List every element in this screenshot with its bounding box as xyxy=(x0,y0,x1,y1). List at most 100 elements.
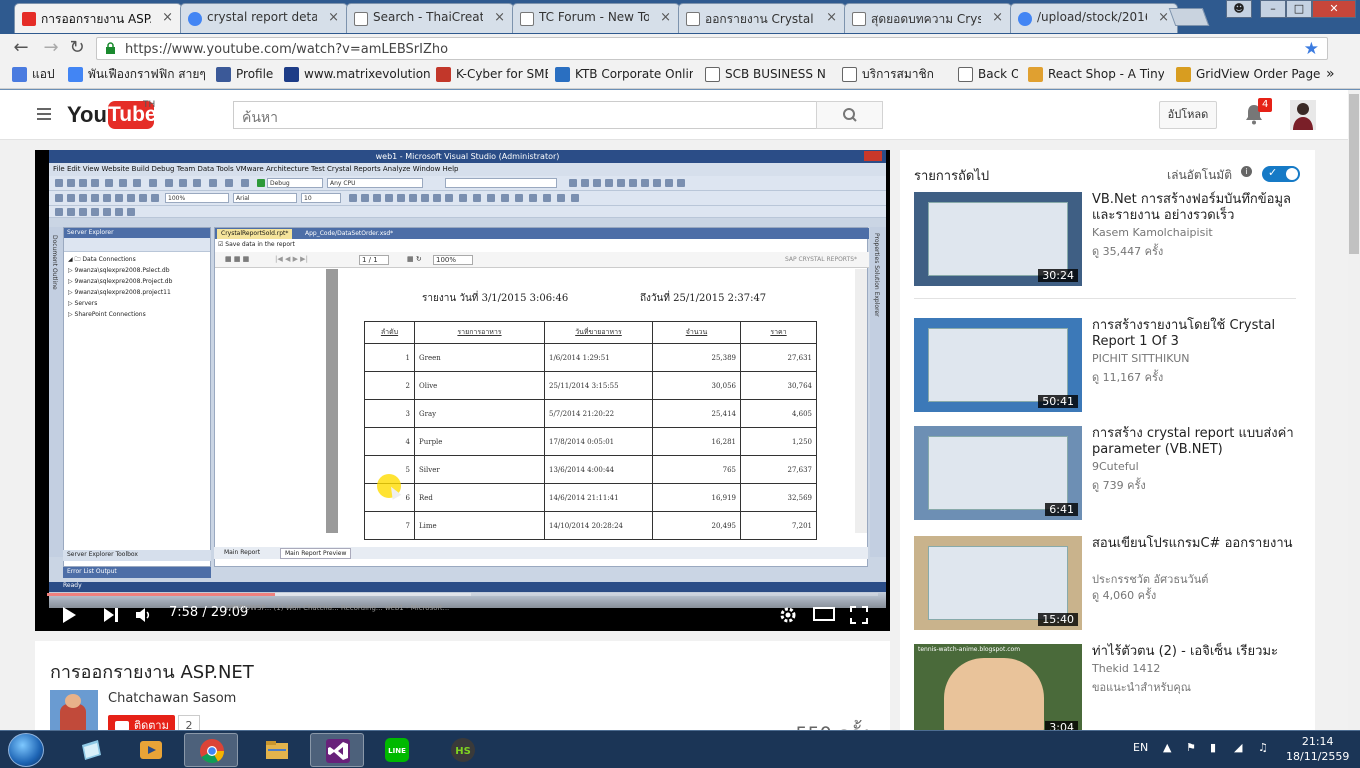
address-bar[interactable]: https://www.youtube.com/watch?v=amLEBSrI… xyxy=(96,37,1328,60)
bookmark-item[interactable]: Profile xyxy=(216,67,278,85)
browser-tab[interactable]: ออกรายงาน Crystal R × xyxy=(678,3,846,33)
video-thumbnail[interactable]: 15:40 xyxy=(914,536,1082,630)
report-cell: 14/10/2014 20:28:24 xyxy=(544,511,653,540)
tree-node: ▷ SharePoint Connections xyxy=(68,311,146,318)
flag-icon[interactable]: ⚑ xyxy=(1186,741,1196,754)
new-tab-button[interactable] xyxy=(1168,8,1210,26)
close-tab-icon[interactable]: × xyxy=(1158,10,1169,25)
close-tab-icon[interactable]: × xyxy=(494,10,505,25)
server-explorer-panel: Server Explorer ◢ 🗀 Data Connections ▷ 9… xyxy=(63,227,211,567)
menu-icon[interactable] xyxy=(37,108,51,120)
theater-mode-icon[interactable] xyxy=(813,606,835,622)
search-input[interactable]: ค้นหา xyxy=(233,101,817,129)
start-button[interactable] xyxy=(8,733,44,767)
doc-tab-dataset: App_Code/DataSetOrder.xsd* xyxy=(305,230,394,237)
language-indicator[interactable]: EN xyxy=(1133,741,1148,754)
bookmark-item[interactable]: www.matrixevolutions xyxy=(284,67,430,85)
back-button[interactable]: ← xyxy=(10,38,32,60)
close-tab-icon[interactable]: × xyxy=(328,10,339,25)
taskbar-media[interactable] xyxy=(124,733,178,767)
recommended-title[interactable]: สอนเขียนโปรแกรมC# ออกรายงาน xyxy=(1092,536,1312,552)
bookmark-star-icon[interactable]: ★ xyxy=(1304,39,1319,59)
forward-button[interactable]: → xyxy=(40,38,62,60)
media-player-icon xyxy=(140,741,162,759)
bookmark-item[interactable]: แอป xyxy=(12,67,54,85)
play-icon[interactable] xyxy=(61,606,77,624)
taskbar-notes[interactable] xyxy=(64,733,118,767)
taskbar-hs[interactable]: HS xyxy=(436,733,490,767)
taskbar-explorer[interactable] xyxy=(250,733,304,767)
subscribe-button[interactable]: ติดตาม xyxy=(108,715,175,730)
recommended-title[interactable]: VB.Net การสร้างฟอร์มบันทึกข้อมูล และรายง… xyxy=(1092,192,1312,224)
close-tab-icon[interactable]: × xyxy=(826,10,837,25)
close-window-button[interactable]: ✕ xyxy=(1312,0,1356,18)
clock[interactable]: 21:14 18/11/2559 xyxy=(1286,734,1349,764)
bookmark-item[interactable]: SCB BUSINESS NET xyxy=(705,67,825,85)
video-thumbnail[interactable]: 50:41 xyxy=(914,318,1082,412)
more-bookmarks-button[interactable]: » xyxy=(1326,67,1335,85)
browser-tab[interactable]: สุดยอดบทความ Cryst × xyxy=(844,3,1012,33)
video-info: การออกรายงาน ASP.NET Chatchawan Sasom ติ… xyxy=(35,641,890,730)
close-tab-icon[interactable]: × xyxy=(162,10,173,25)
recommended-title[interactable]: การสร้าง crystal report แบบส่งค่า parame… xyxy=(1092,426,1312,458)
progress-bar[interactable] xyxy=(47,593,878,596)
page-icon xyxy=(354,12,368,26)
sap-label: SAP CRYSTAL REPORTS* xyxy=(784,256,857,263)
reload-button[interactable]: ↻ xyxy=(66,38,88,60)
tray-arrow-icon[interactable]: ▲ xyxy=(1163,741,1171,754)
recommended-video[interactable]: 15:40 สอนเขียนโปรแกรมC# ออกรายงาน ประกรรชว… xyxy=(914,536,1314,632)
info-icon[interactable]: i xyxy=(1241,166,1252,177)
bookmark-item[interactable]: K-Cyber for SME xyxy=(436,67,548,85)
bookmark-item[interactable]: KTB Corporate Online xyxy=(555,67,693,85)
close-tab-icon[interactable]: × xyxy=(992,10,1003,25)
taskbar-visual-studio[interactable] xyxy=(310,733,364,767)
video-thumbnail[interactable]: 6:41 xyxy=(914,426,1082,520)
bookmark-item[interactable]: บริการสมาชิก xyxy=(842,67,942,85)
taskbar-line[interactable]: LINE xyxy=(370,733,424,767)
maximize-button[interactable]: □ xyxy=(1286,0,1312,18)
video-thumbnail[interactable]: tennis-watch-anime.blogspot.com 3:04 xyxy=(914,644,1082,730)
recommended-video[interactable]: 50:41 การสร้างรายงานโดยใช้ Crystal Report… xyxy=(914,318,1314,414)
upload-button[interactable]: อัปโหลด xyxy=(1159,101,1217,129)
user-profile-button[interactable]: ☻ xyxy=(1226,0,1252,18)
minimize-button[interactable]: – xyxy=(1260,0,1286,18)
video-thumbnail[interactable]: 30:24 xyxy=(914,192,1082,286)
browser-tab[interactable]: Search - ThaiCreate × xyxy=(346,3,514,33)
bookmark-item[interactable]: GridView Order Page xyxy=(1176,67,1320,85)
volume-icon[interactable] xyxy=(135,606,153,624)
recommended-title[interactable]: การสร้างรายงานโดยใช้ Crystal Report 1 Of… xyxy=(1092,318,1312,350)
page-icon xyxy=(842,67,857,82)
settings-gear-icon[interactable] xyxy=(779,606,797,624)
battery-icon[interactable]: ▮ xyxy=(1210,741,1216,754)
recommended-video[interactable]: tennis-watch-anime.blogspot.com 3:04 ท่าไร… xyxy=(914,644,1314,730)
bookmark-item[interactable]: พันเฟืองกราฟฟิก สายๆ - xyxy=(68,67,208,85)
signal-icon[interactable]: ◢ xyxy=(1234,741,1242,754)
recommended-title[interactable]: ท่าไร้ตัวตน (2) - เอจิเซ็น เรียวมะ xyxy=(1092,644,1312,660)
volume-tray-icon[interactable]: ♫ xyxy=(1258,741,1268,754)
browser-tab[interactable]: crystal report detail × xyxy=(180,3,348,33)
taskbar-chrome[interactable] xyxy=(184,733,238,767)
channel-name[interactable]: Chatchawan Sasom xyxy=(108,691,236,706)
browser-tab[interactable]: /upload/stock/2016 × xyxy=(1010,3,1178,33)
channel-avatar[interactable] xyxy=(50,690,98,730)
close-tab-icon[interactable]: × xyxy=(660,10,671,25)
divider xyxy=(914,298,1296,299)
avatar[interactable] xyxy=(1290,100,1316,130)
browser-tab[interactable]: TC Forum - New To × xyxy=(512,3,680,33)
page-scrollbar[interactable] xyxy=(1348,90,1360,730)
recommended-video[interactable]: 30:24 VB.Net การสร้างฟอร์มบันทึกข้อมูล แล… xyxy=(914,192,1314,288)
recommended-video[interactable]: 6:41 การสร้าง crystal report แบบส่งค่า pa… xyxy=(914,426,1314,522)
bookmark-item[interactable]: Back Office xyxy=(958,67,1018,85)
thumbnail-screen xyxy=(928,328,1068,402)
fullscreen-icon[interactable] xyxy=(850,606,868,624)
bookmark-item[interactable]: React Shop - A Tiny E xyxy=(1028,67,1164,85)
next-icon[interactable] xyxy=(103,606,119,624)
browser-tabstrip: การออกรายงาน ASP.N × crystal report detail… xyxy=(0,0,1360,34)
video-player[interactable]: web1 - Microsoft Visual Studio (Administ… xyxy=(35,150,890,631)
browser-tab[interactable]: การออกรายงาน ASP.N × xyxy=(14,3,182,33)
search-button[interactable] xyxy=(816,101,883,129)
report-cell: Silver xyxy=(414,455,545,484)
browser-toolbar: ← → ↻ https://www.youtube.com/watch?v=am… xyxy=(0,34,1360,62)
autoplay-toggle[interactable]: ✓ xyxy=(1262,166,1300,182)
youtube-logo[interactable]: You xyxy=(67,102,107,128)
